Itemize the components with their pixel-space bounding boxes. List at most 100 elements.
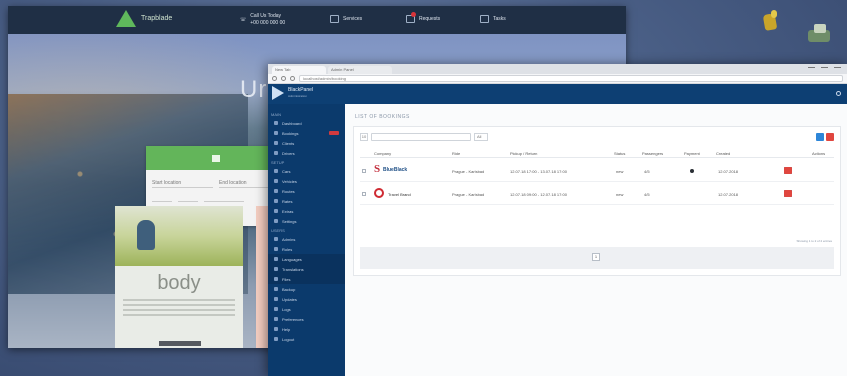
column-header[interactable]: Status	[614, 151, 625, 156]
desktop-folder-icon[interactable]	[806, 24, 832, 44]
column-header[interactable]: Company	[374, 151, 391, 156]
admin-content: LIST OF BOOKINGS 10 All Company Ride Pic…	[345, 104, 847, 376]
brand-subtitle: Administration	[288, 94, 308, 98]
menu-item-icon	[274, 199, 278, 203]
sidebar-item[interactable]: Cars	[268, 166, 345, 176]
browser-tab-active[interactable]: New Tab	[272, 66, 326, 74]
search-card-header[interactable]	[146, 146, 286, 170]
sidebar-item[interactable]: Vehicles	[268, 176, 345, 186]
nav-link-requests[interactable]: Requests	[406, 12, 440, 23]
table-row[interactable]: S BlueBlack Prague - Karlsbad 12.07.18 1…	[360, 160, 834, 182]
row-checkbox[interactable]	[362, 192, 366, 196]
date-field[interactable]	[152, 196, 172, 202]
bookings-panel: 10 All Company Ride Pickup / Return Stat…	[353, 126, 841, 276]
close-icon[interactable]	[834, 67, 841, 72]
sidebar-item[interactable]: Roles	[268, 244, 345, 254]
pagination: 1	[360, 247, 834, 269]
sidebar-item-label: Dashboard	[282, 120, 302, 126]
sidebar-item-label: Rates	[282, 198, 293, 204]
site-contact: ☏ Call Us Today +00 000 000 00	[240, 13, 285, 26]
sidebar-item[interactable]: Preferences	[268, 314, 345, 324]
nav-link-tasks[interactable]: Tasks	[480, 15, 506, 23]
admin-browser-window: New Tab Admin Panel localhost/admin/book…	[268, 64, 847, 376]
sidebar-item-label: Logs	[282, 306, 291, 312]
company-name: Travel Brand	[388, 192, 411, 197]
user-menu-icon[interactable]	[836, 91, 841, 96]
site-logo[interactable]: Trapblade	[116, 10, 172, 27]
sidebar-item[interactable]: Bookings	[268, 128, 345, 138]
sidebar-item[interactable]: Files	[268, 274, 345, 284]
sidebar-item[interactable]: Routes	[268, 186, 345, 196]
mountain-logo-icon	[116, 10, 136, 27]
search-input[interactable]	[371, 133, 471, 141]
column-header[interactable]: Actions	[812, 151, 825, 156]
browser-toolbar: localhost/admin/booking	[268, 74, 847, 84]
sidebar-item[interactable]: Extras	[268, 206, 345, 216]
passengers-cell: 4/5	[644, 192, 650, 197]
forward-icon[interactable]	[281, 76, 286, 81]
column-header[interactable]: Pickup / Return	[510, 151, 537, 156]
sidebar-item[interactable]: Dashboard	[268, 118, 345, 128]
table-toolbar: 10 All	[360, 133, 488, 141]
sidebar-item[interactable]: Admins	[268, 234, 345, 244]
sidebar-item[interactable]: Rates	[268, 196, 345, 206]
contact-label: Call Us Today	[250, 13, 282, 19]
table-info: Showing 1 to 2 of 2 entries	[796, 239, 832, 243]
column-header[interactable]: Ride	[452, 151, 460, 156]
sidebar-item-label: Backup	[282, 286, 296, 292]
sidebar-item-label: Files	[282, 276, 291, 282]
desktop-shortcut-icon[interactable]	[762, 10, 780, 34]
column-header[interactable]: Created	[716, 151, 730, 156]
sidebar-item[interactable]: Translations	[268, 264, 345, 274]
back-icon[interactable]	[272, 76, 277, 81]
table-row[interactable]: Travel Brand Prague - Karlsbad 12.07.18 …	[360, 183, 834, 205]
created-cell: 12.07.2018	[718, 169, 739, 174]
menu-item-icon	[274, 121, 278, 125]
time-field[interactable]	[178, 196, 198, 202]
nav-link-services[interactable]: Services	[330, 15, 362, 23]
row-checkbox[interactable]	[362, 169, 366, 173]
page-button[interactable]: 1	[592, 253, 600, 261]
menu-item-icon	[274, 257, 278, 261]
sidebar-section-label: USERS	[271, 227, 285, 233]
status-cell: new	[616, 192, 624, 197]
sidebar-item[interactable]: Settings	[268, 216, 345, 226]
contact-phone: +00 000 000 00	[250, 20, 286, 26]
site-navbar: Trapblade ☏ Call Us Today +00 000 000 00…	[8, 6, 626, 34]
admin-brand[interactable]: BlackPanel Administration	[272, 86, 313, 100]
start-location-input[interactable]: Start location	[152, 180, 213, 188]
company-name: BlueBlack	[383, 167, 408, 173]
sidebar-item[interactable]: Help	[268, 324, 345, 334]
page-title: LIST OF BOOKINGS	[355, 114, 410, 120]
sidebar-item[interactable]: Updates	[268, 294, 345, 304]
passengers-field[interactable]	[204, 196, 244, 202]
maximize-icon[interactable]	[821, 67, 828, 72]
minimize-icon[interactable]	[808, 67, 815, 72]
browser-tab[interactable]: Admin Panel	[328, 66, 392, 74]
delete-button[interactable]	[784, 167, 792, 174]
page-size-select[interactable]: 10	[360, 133, 368, 141]
add-booking-button[interactable]	[816, 133, 824, 141]
sidebar-item[interactable]: Clients	[268, 138, 345, 148]
menu-item-icon	[274, 337, 278, 341]
sidebar-item[interactable]: Logs	[268, 304, 345, 314]
person-figure	[137, 220, 155, 250]
sidebar-item-label: Translations	[282, 266, 304, 272]
menu-item-icon	[274, 189, 278, 193]
reload-icon[interactable]	[290, 76, 295, 81]
sidebar-item[interactable]: Languages	[268, 254, 345, 264]
column-header[interactable]: Payment	[684, 151, 700, 156]
address-bar[interactable]: localhost/admin/booking	[299, 75, 843, 82]
delete-button[interactable]	[784, 190, 792, 197]
sidebar-item[interactable]: Backup	[268, 284, 345, 294]
feature-card-button[interactable]	[159, 341, 201, 346]
menu-item-icon	[274, 237, 278, 241]
ride-cell: Prague - Karlsbad	[452, 169, 485, 174]
column-header[interactable]: Passengers	[642, 151, 663, 156]
sidebar-item[interactable]: Drivers	[268, 148, 345, 158]
filter-select[interactable]: All	[474, 133, 488, 141]
sidebar-item[interactable]: Logout	[268, 334, 345, 344]
ride-cell: Prague - Karlsbad	[452, 192, 485, 197]
phone-icon: ☏	[240, 16, 247, 23]
delete-selected-button[interactable]	[826, 133, 834, 141]
